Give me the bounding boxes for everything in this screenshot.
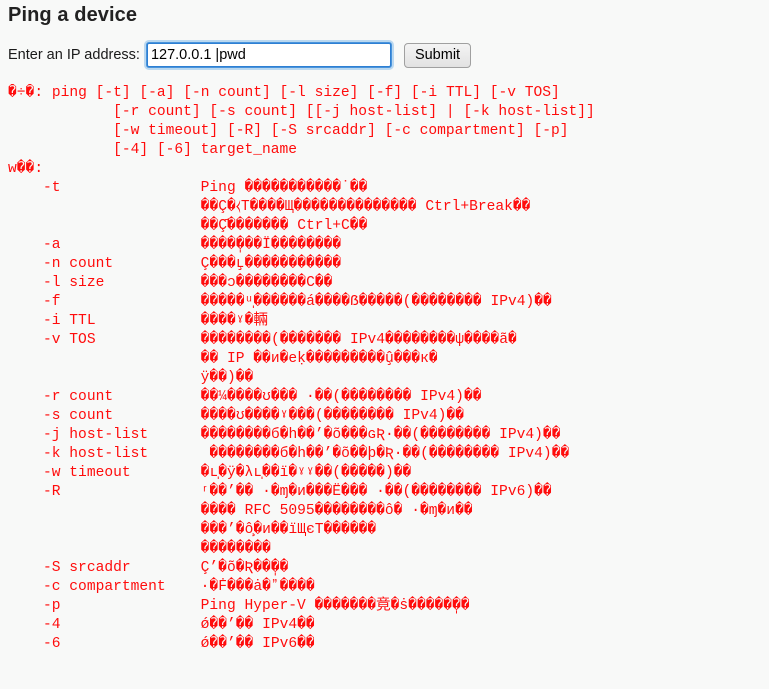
option-line: -a ����̩���Ï��������: [8, 237, 342, 253]
options-header: w��:: [8, 161, 44, 177]
ip-address-input[interactable]: [143, 40, 394, 70]
option-line: -j host-list ��������б�h��’�õ���ɢƦ·��(��…: [8, 427, 561, 443]
option-line: -n count Ç���̧ʟ�����������: [8, 256, 342, 272]
option-line: -v TOS ��������(������� IPv4��������ψ���…: [8, 332, 517, 348]
option-continuation-line: ���� RFC 5095��������ô� ·�ɱ�и��: [8, 503, 473, 519]
option-line: -4 ǿ��’�� IPv4��: [8, 617, 315, 633]
option-continuation-line: ��Ç᷄������� Ctrl+C��: [8, 218, 368, 234]
ip-input-wrapper: [143, 40, 394, 70]
option-line: -s count ����ʊ����ˠ���(�������� IPv4)��: [8, 408, 464, 424]
option-line: -R ʳ��’�� ·�ɱ�и���Ё��� ·��(�������� IPv6…: [8, 484, 552, 500]
option-continuation-line: ��������: [8, 541, 271, 557]
option-line: -t Ping �����������˙��: [8, 180, 368, 196]
option-continuation-line: �� IP ��и�eḳ���������̧û���к�: [8, 351, 438, 367]
option-line: -f �����ᵘ̩������á����ẞ�����(�������� IPv…: [8, 294, 552, 310]
option-line: -c compartment ·�Ḟ���ȧ�ˮ����: [8, 579, 315, 595]
option-continuation-line: ��Ç�⧼T����Щ�������������� Ctrl+Break��: [8, 199, 531, 215]
usage-line: �÷�: ping [-t] [-a] [-n count] [-l size]…: [8, 85, 560, 101]
page-title: Ping a device: [8, 4, 138, 26]
option-continuation-line: ���’�ô̧�и��ïЩєT������: [8, 522, 377, 538]
usage-line: [-w timeout] [-R] [-S srcaddr] [-c compa…: [8, 123, 569, 139]
usage-line: [-4] [-6] target_name: [8, 142, 298, 158]
option-continuation-line: ÿ��)��: [8, 370, 254, 386]
page-container: Ping a device Enter an IP address: Submi…: [0, 0, 769, 654]
option-line: -l size ���ɔ��������C��: [8, 275, 333, 291]
option-line: -r count ��¼����ʊ��� ·��(�������� IPv4)�…: [8, 389, 482, 405]
ping-form: Enter an IP address: Submit: [8, 40, 761, 70]
option-line: -i TTL ����ˠ�輛: [8, 313, 268, 329]
ip-address-label: Enter an IP address:: [8, 47, 140, 63]
option-line: -k host-list ��������б�h��’�õ��þ�Ʀ·��(��…: [8, 446, 570, 462]
usage-line: [-r count] [-s count] [[-j host-list] | …: [8, 104, 595, 120]
option-line: -w timeout �ʟ̩�ÿ�λʟ̩��ї�ˠˠ��(�����)��: [8, 465, 412, 481]
ping-help-output: �÷�: ping [-t] [-a] [-n count] [-l size]…: [8, 84, 761, 654]
option-line: -p Ping Hyper-V �������竟�ṡ�����̩��: [8, 598, 470, 614]
option-line: -6 ǿ��’�� IPv6��: [8, 636, 315, 652]
option-line: -S srcaddr Ç’�õ�Ʀ��̩��: [8, 560, 289, 576]
submit-button[interactable]: Submit: [403, 42, 472, 68]
